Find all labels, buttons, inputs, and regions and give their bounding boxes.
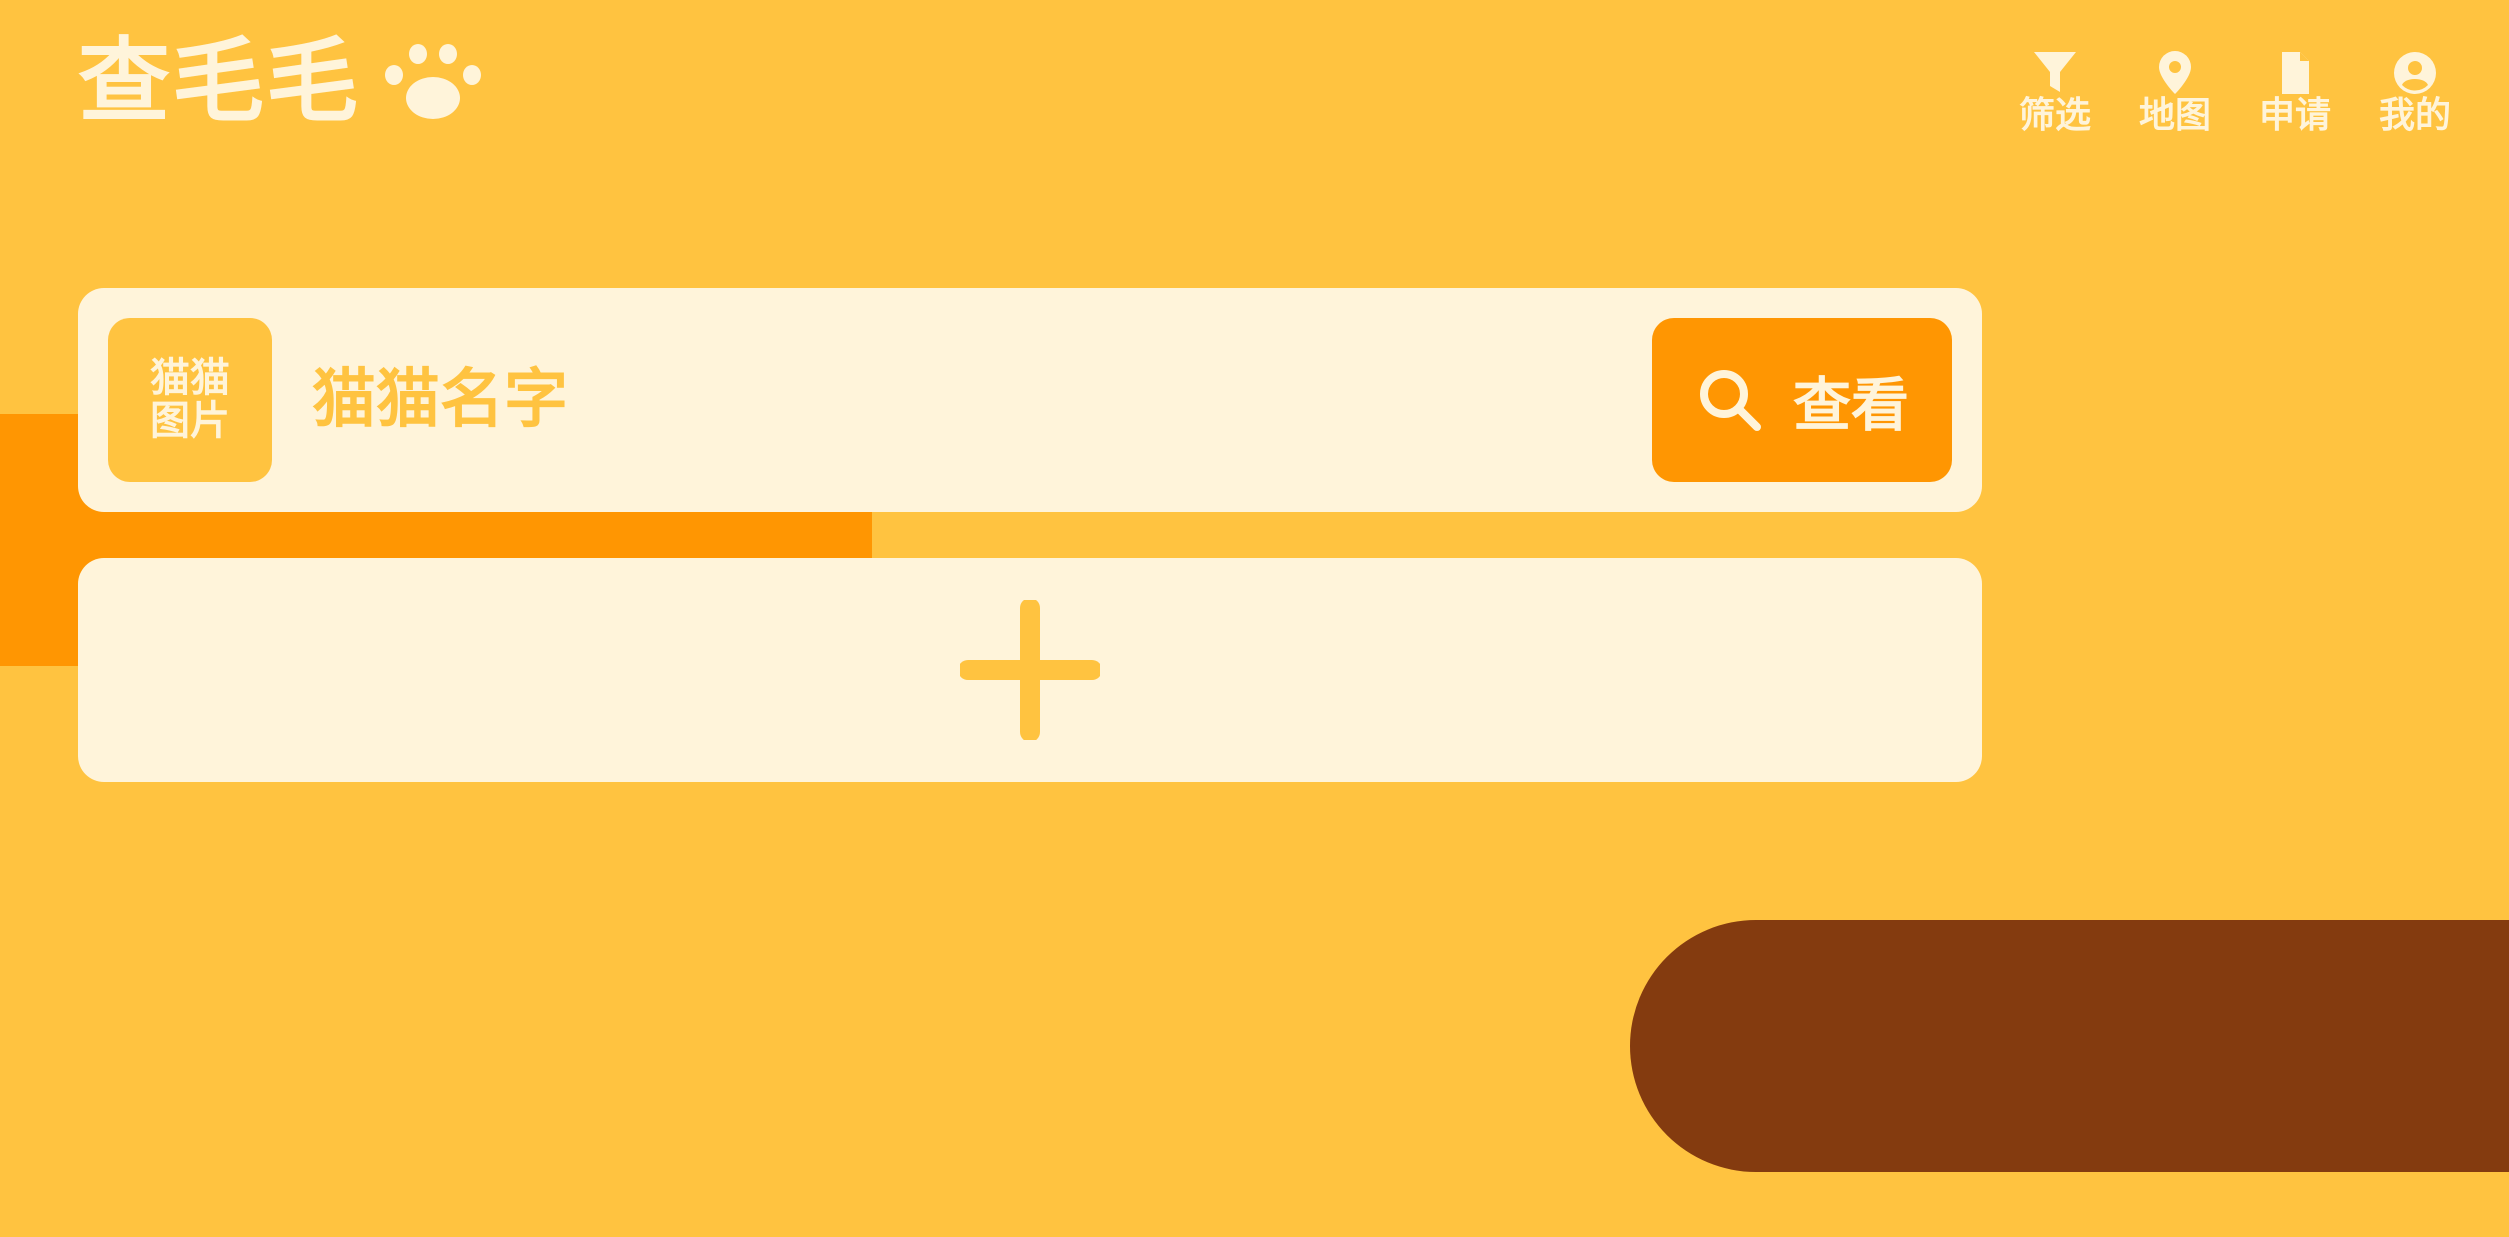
nav-label-filter: 筛选 [2018,95,2091,136]
map-pin-icon [2159,51,2191,94]
add-cat-button[interactable] [78,558,1982,782]
document-icon [2282,52,2309,94]
nav-item-filter[interactable]: 筛选 [2013,50,2097,134]
view-button[interactable]: 查看 [1652,318,1952,482]
plus-icon [960,600,1100,740]
nav-label-apply: 申请 [2258,95,2331,136]
nav-label-profile: 我的 [2378,95,2451,136]
top-nav: 筛选 地图 申请 我的 [2013,50,2457,134]
cat-photo-label: 猫猫图片 [150,354,230,444]
filter-icon [2034,52,2076,92]
view-button-label: 查看 [1792,371,1909,439]
nav-item-apply[interactable]: 申请 [2253,50,2337,134]
cat-name-input[interactable] [312,288,1612,512]
cat-photo-upload[interactable]: 猫猫图片 [108,318,272,482]
nav-item-profile[interactable]: 我的 [2373,50,2457,134]
nav-item-map[interactable]: 地图 [2133,50,2217,134]
user-icon [2394,52,2436,94]
decorative-brown-pill [1630,920,2509,1172]
app-title: 查毛毛 [78,28,361,135]
cat-search-card: 猫猫图片 查看 [78,288,1982,512]
search-icon [1699,370,1761,431]
app-logo: 查毛毛 [78,36,488,128]
paw-icon [385,44,482,119]
nav-label-map: 地图 [2138,95,2211,136]
